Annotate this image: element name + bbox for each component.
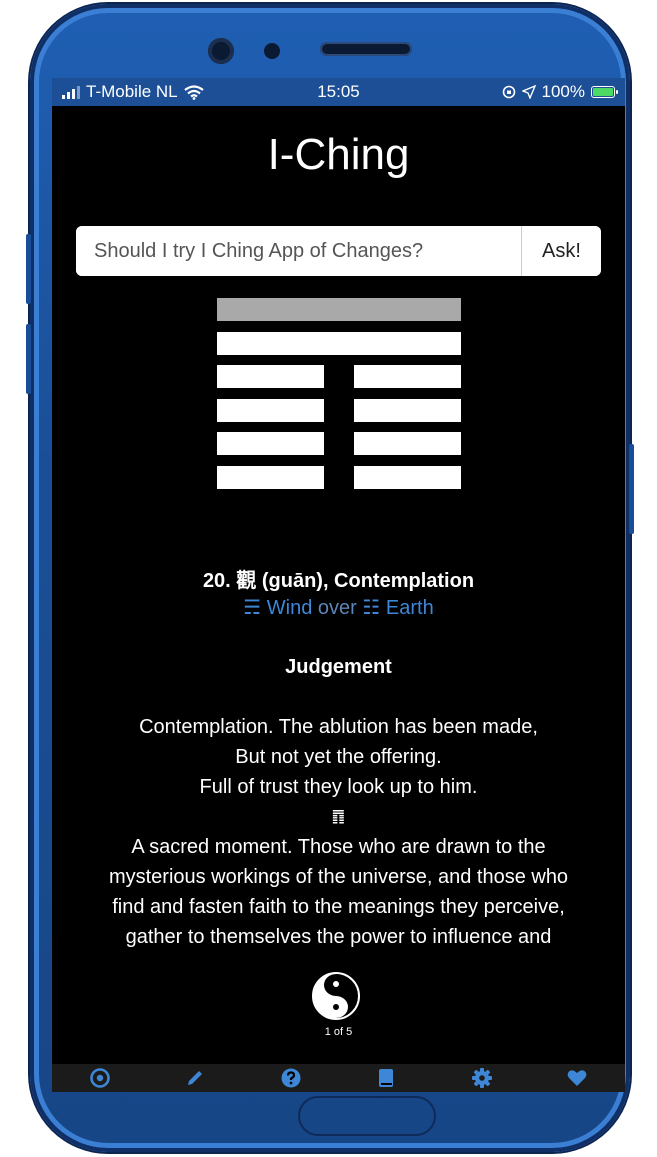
- lower-trigram-label[interactable]: Earth: [386, 597, 434, 619]
- over-label: over: [317, 597, 357, 619]
- gear-icon: [471, 1068, 492, 1088]
- location-icon: [521, 85, 536, 99]
- hexagram-line-3: [217, 399, 461, 422]
- app-title: I-Ching: [267, 130, 410, 179]
- judgement-heading: Judgement: [285, 656, 392, 678]
- question-input[interactable]: [76, 226, 521, 276]
- judgement-text: Contemplation. The ablution has been mad…: [52, 712, 625, 952]
- commentary-line: find and fasten faith to the meanings th…: [112, 896, 565, 918]
- judgement-line: Full of trust they look up to him.: [199, 776, 478, 798]
- battery-percent: 100%: [541, 82, 585, 101]
- target-icon: [89, 1068, 110, 1088]
- battery-icon: [591, 86, 618, 98]
- hexagram-line-2: [217, 432, 461, 455]
- tab-library[interactable]: [366, 1065, 406, 1091]
- judgement-line: Contemplation. The ablution has been mad…: [139, 716, 538, 738]
- question-icon: [281, 1068, 301, 1088]
- hexagram-line-1: [217, 466, 461, 489]
- tab-favorites[interactable]: [557, 1065, 597, 1091]
- tab-journal[interactable]: [175, 1065, 215, 1091]
- tab-cast[interactable]: [80, 1065, 120, 1091]
- commentary-line: mysterious workings of the universe, and…: [108, 866, 569, 888]
- hexagram-line-6: [217, 298, 461, 321]
- tab-help[interactable]: [271, 1065, 311, 1091]
- hexagram-title: 20. 觀 (guān), Contemplation: [202, 570, 475, 592]
- wind-trigram-icon: ☴: [243, 597, 262, 619]
- rotation-lock-icon: [502, 85, 515, 99]
- page-indicator: 1 of 5: [324, 1026, 353, 1038]
- ask-button[interactable]: Ask!: [521, 226, 601, 276]
- volume-down-button: [26, 324, 31, 394]
- hexagram-line-4: [217, 365, 461, 388]
- ask-bar: Ask!: [76, 226, 601, 276]
- volume-up-button: [26, 234, 31, 304]
- hexagram-divider-icon: ䷓: [331, 808, 346, 825]
- status-bar: T-Mobile NL 15:05 100%: [52, 78, 625, 106]
- earpiece-speaker: [320, 42, 412, 56]
- commentary-line: A sacred moment. Those who are drawn to …: [131, 836, 546, 858]
- yin-yang-icon[interactable]: [312, 972, 360, 1020]
- screen: T-Mobile NL 15:05 100% I-Ching Ask!: [52, 78, 625, 1092]
- tab-bar: [52, 1064, 625, 1092]
- front-camera: [208, 38, 234, 64]
- trigram-line[interactable]: ☴ Wind over ☷ Earth: [52, 595, 625, 620]
- heart-icon: [567, 1070, 587, 1086]
- power-button: [629, 444, 634, 534]
- pencil-icon: [188, 1071, 203, 1085]
- earth-trigram-icon: ☷: [362, 597, 381, 619]
- proximity-sensor: [264, 43, 280, 59]
- upper-trigram-label[interactable]: Wind: [267, 597, 313, 619]
- commentary-line: gather to themselves the power to influe…: [125, 926, 552, 948]
- hexagram-line-5: [217, 332, 461, 355]
- judgement-line: But not yet the offering.: [235, 746, 442, 768]
- home-button[interactable]: [298, 1096, 436, 1136]
- tab-settings[interactable]: [462, 1065, 502, 1091]
- book-icon: [379, 1069, 394, 1087]
